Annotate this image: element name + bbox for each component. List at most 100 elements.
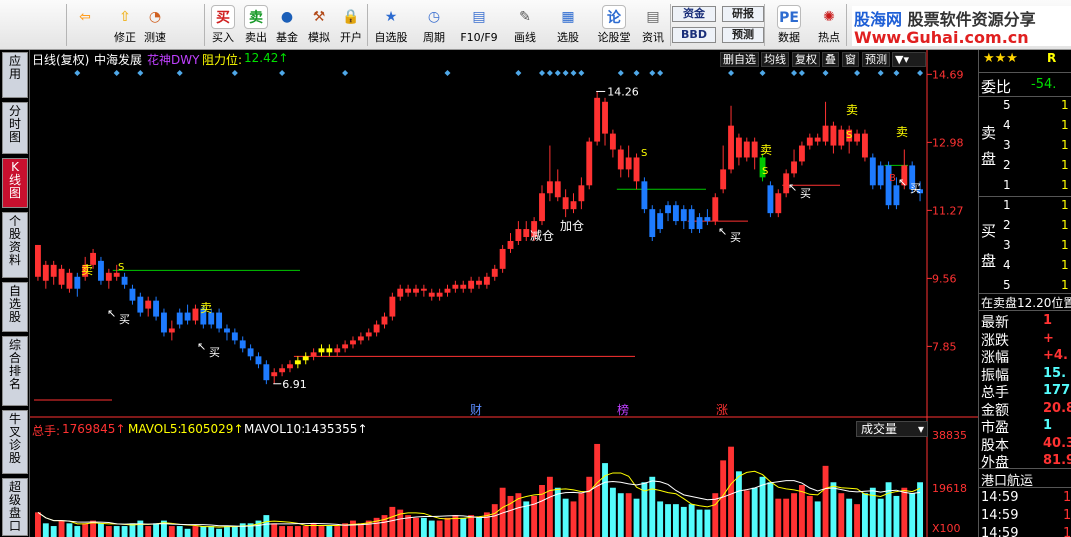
toolbar-screen-button[interactable]: ▦ 选股	[549, 2, 587, 48]
candle	[98, 256, 104, 285]
signal-diamond-icon	[515, 70, 522, 76]
buy-arrow-icon: ↖	[898, 176, 907, 189]
volume-bar	[74, 526, 81, 537]
chart-button-0[interactable]: 删自选	[720, 52, 759, 67]
candle	[523, 221, 530, 241]
buy-signal-label: 买	[910, 182, 921, 195]
left-sidebar: 应用分时图 K线图个股资料自选股综合排名牛叉诊股超级盘口	[0, 50, 30, 537]
signal-diamond-icon	[822, 70, 829, 76]
toolbar-fund-button[interactable]: ● 基金	[272, 2, 302, 48]
volume-bar	[806, 495, 813, 537]
toolbar-sell-button[interactable]: 卖卖出	[241, 2, 271, 48]
candle	[609, 129, 616, 158]
buy-level-num: 3	[1003, 238, 1011, 252]
candle	[830, 121, 837, 154]
bbd-button[interactable]: BBD	[672, 27, 716, 43]
toolbar-speedometer-button[interactable]: ◔ 测速	[140, 2, 170, 48]
sidebar-tab-1[interactable]: 分时图	[2, 102, 28, 154]
volume-bar	[98, 523, 104, 537]
buy-level-num: 1	[1003, 198, 1011, 212]
toolbar-news-button[interactable]: ▤ 资讯	[638, 2, 668, 48]
sidebar-tab-5[interactable]: 综合排名	[2, 336, 28, 406]
toolbar-adjust-button[interactable]: ⇧ 修正	[110, 2, 140, 48]
signal-diamond-icon	[798, 70, 805, 76]
candle	[271, 368, 278, 384]
sidebar-tab-4[interactable]: 自选股	[2, 282, 28, 332]
candle	[318, 344, 325, 357]
volume-bar	[239, 523, 246, 537]
volume-bar	[428, 520, 435, 537]
candle	[814, 133, 821, 146]
candle	[562, 189, 569, 218]
volume-bar	[153, 523, 160, 537]
volume-bar	[814, 501, 821, 537]
toolbar-lock-button[interactable]: 🔒 开户	[336, 2, 366, 48]
price-tick-label: 12.98	[932, 136, 964, 149]
forecast-button[interactable]: 预测	[722, 27, 764, 43]
stat-value: 20.8	[1043, 400, 1071, 416]
toolbar-gavel-button[interactable]: ⚒ 模拟	[304, 2, 334, 48]
toolbar-buy-button[interactable]: 买买入	[208, 2, 238, 48]
volume-bar	[279, 526, 286, 537]
volume-bar	[602, 463, 608, 537]
kline-svg[interactable]: 14.6912.9811.279.567.8514.266.91卖卖卖卖卖买↖买…	[30, 50, 978, 537]
candle	[326, 344, 333, 357]
volume-bar	[783, 498, 790, 537]
candle	[350, 336, 356, 349]
mavol10-label: MAVOL10:	[244, 422, 306, 436]
toolbar-hot-button[interactable]: ✺ 热点	[814, 2, 844, 48]
toolbar-pencil-button[interactable]: ✎ 画线	[506, 2, 544, 48]
sidebar-tab-7[interactable]: 超级盘口	[2, 478, 28, 536]
fund-button[interactable]: 资金	[672, 6, 716, 22]
screen-icon: ▦	[561, 9, 575, 25]
buy-level-num: 4	[1003, 258, 1011, 272]
chart-menu-button[interactable]: ▼▾	[892, 52, 926, 67]
sidebar-tab-6[interactable]: 牛叉诊股	[2, 410, 28, 474]
toolbar-clock-button[interactable]: ◷ 周期	[415, 2, 453, 48]
toolbar-star-folder-button[interactable]: ★ 自选股	[372, 2, 410, 48]
candle	[145, 296, 152, 317]
volume-bar	[586, 476, 593, 537]
candle	[570, 193, 577, 214]
toolbar-forum-button[interactable]: 论论股堂	[594, 2, 634, 48]
sell-side-label: 卖盘	[981, 124, 997, 168]
research-button[interactable]: 研报	[722, 6, 764, 22]
kline-chart-area[interactable]: 14.69 12.98 11.27 9.56 7.85 14.26 6.91 卖卖卖卖卖买 ↖ 买…	[30, 50, 978, 537]
sidebar-tab-2[interactable]: K线图	[2, 158, 28, 208]
buy-level-vol: 1	[1061, 218, 1069, 232]
volume-selector[interactable]: 成交量 ▾	[856, 421, 928, 437]
s-marker: S	[846, 130, 852, 141]
signal-diamond-icon	[633, 70, 640, 76]
candle	[365, 328, 372, 341]
sidebar-tab-0[interactable]: 应用	[2, 52, 28, 98]
sell-level-num: 2	[1003, 158, 1011, 172]
candle	[625, 145, 632, 178]
pe-data-icon: PE	[777, 5, 801, 29]
chart-button-3[interactable]: 叠	[822, 52, 839, 67]
sidebar-tab-3[interactable]: 个股资料	[2, 212, 28, 278]
volume-bar	[822, 465, 829, 537]
divider	[979, 72, 1071, 73]
price-tick-label: 9.56	[932, 272, 957, 285]
chart-button-2[interactable]: 复权	[792, 52, 820, 67]
brand-logo: 股海网 股票软件资源分享 Www.Guhai.com.cn	[852, 6, 1071, 47]
f10-icon: ▤	[472, 9, 486, 25]
toolbar-back-arrow-button[interactable]: ⇦	[70, 2, 100, 48]
candle	[649, 205, 656, 241]
chart-button-5[interactable]: 预测	[862, 52, 890, 67]
add-position-label: 加仓	[560, 219, 584, 233]
chart-button-1[interactable]: 均线	[761, 52, 789, 67]
pencil-icon: ✎	[519, 9, 531, 25]
divider	[979, 196, 1071, 197]
candle	[775, 189, 782, 218]
chart-button-4[interactable]: 窗	[842, 52, 859, 67]
toolbar-pe-data-button[interactable]: PE 数据	[770, 2, 808, 48]
signal-diamond-icon	[791, 70, 798, 76]
candle	[161, 308, 167, 337]
volume-bar	[66, 523, 73, 537]
candle	[287, 360, 293, 373]
divider	[979, 96, 1071, 97]
candle	[743, 137, 750, 162]
volume-bar	[491, 504, 498, 537]
toolbar-f10-button[interactable]: ▤ F10/F9	[458, 2, 500, 48]
